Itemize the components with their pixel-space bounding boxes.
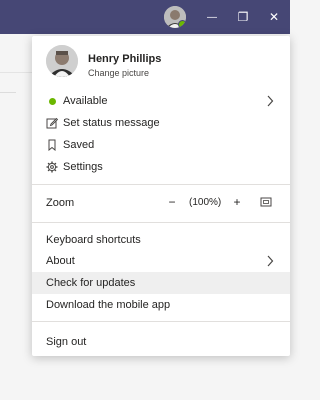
zoom-label: Zoom <box>46 197 75 209</box>
maximize-button[interactable]: ❐ <box>227 0 259 34</box>
download-mobile-app-item[interactable]: Download the mobile app <box>32 294 290 316</box>
change-picture-link[interactable]: Change picture <box>88 68 149 78</box>
background-divider-left <box>0 92 16 93</box>
profile-avatar-button[interactable] <box>164 6 186 28</box>
zoom-in-button[interactable]: + <box>231 192 243 212</box>
close-button[interactable]: ✕ <box>258 0 290 34</box>
set-status-label: Set status message <box>63 117 160 129</box>
presence-available-icon <box>46 95 58 107</box>
about-item[interactable]: About <box>32 250 290 272</box>
minus-icon: − <box>168 195 176 209</box>
minimize-button[interactable]: — <box>196 0 228 34</box>
profile-name: Henry Phillips <box>88 53 162 65</box>
fit-screen-icon[interactable] <box>260 196 272 208</box>
title-bar: — ❐ ✕ <box>0 0 290 34</box>
profile-header: Henry Phillips Change picture <box>32 36 290 86</box>
gear-icon <box>46 161 58 173</box>
keyboard-shortcuts-item[interactable]: Keyboard shortcuts <box>32 229 290 251</box>
status-label: Available <box>63 95 108 107</box>
settings-label: Settings <box>63 161 103 173</box>
person-photo <box>46 45 78 77</box>
menu-separator <box>32 184 290 185</box>
sign-out-item[interactable]: Sign out <box>32 331 290 353</box>
bookmark-icon <box>46 139 58 151</box>
status-available-item[interactable]: Available <box>32 90 290 112</box>
menu-separator <box>32 321 290 322</box>
chevron-right-icon <box>267 95 274 107</box>
menu-separator <box>32 222 290 223</box>
about-label: About <box>46 255 75 267</box>
plus-icon: + <box>233 195 241 209</box>
profile-menu: Henry Phillips Change picture Available … <box>32 36 290 356</box>
close-icon: ✕ <box>268 10 280 24</box>
set-status-message-item[interactable]: Set status message <box>32 112 290 134</box>
check-updates-label: Check for updates <box>46 277 136 289</box>
download-mobile-label: Download the mobile app <box>46 299 171 311</box>
restore-icon: ❐ <box>237 10 249 24</box>
minimize-icon: — <box>207 11 217 23</box>
zoom-out-button[interactable]: − <box>166 192 178 212</box>
keyboard-shortcuts-label: Keyboard shortcuts <box>46 234 141 246</box>
check-for-updates-item[interactable]: Check for updates <box>32 272 290 294</box>
chevron-right-icon <box>267 255 274 267</box>
avatar[interactable] <box>46 45 78 77</box>
settings-item[interactable]: Settings <box>32 156 290 178</box>
edit-icon <box>46 117 58 129</box>
zoom-level: (100%) <box>189 197 222 208</box>
saved-label: Saved <box>63 139 95 151</box>
saved-item[interactable]: Saved <box>32 134 290 156</box>
presence-available-icon <box>178 20 186 28</box>
sign-out-label: Sign out <box>46 336 87 348</box>
